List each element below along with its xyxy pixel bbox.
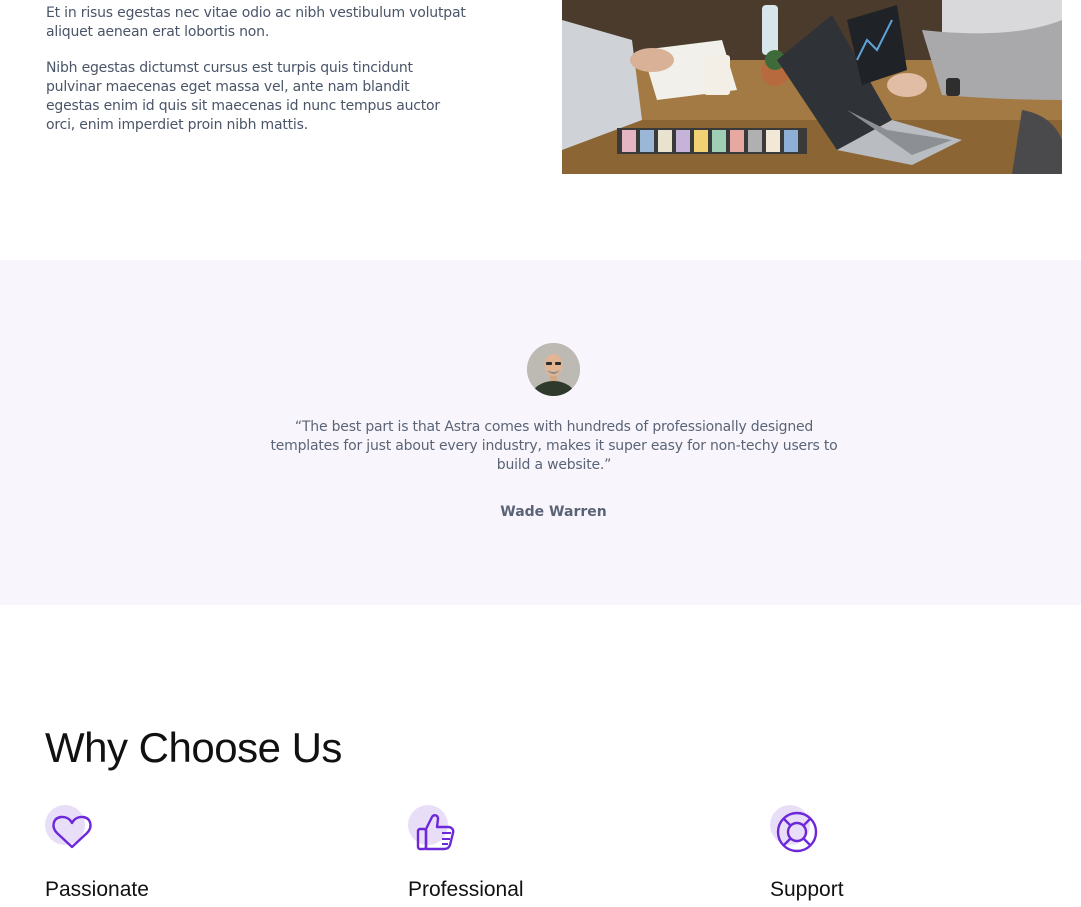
feature-label: Passionate <box>45 878 149 901</box>
lifebuoy-icon <box>776 811 818 853</box>
feature-label: Support <box>770 878 844 901</box>
intro-text-block: Et in risus egestas nec vitae odio ac ni… <box>46 4 466 152</box>
intro-paragraph: Et in risus egestas nec vitae odio ac ni… <box>46 5 466 40</box>
testimonial-quote: “The best part is that Astra comes with … <box>270 419 838 473</box>
testimonial-avatar <box>527 343 580 396</box>
why-choose-us-title: Why Choose Us <box>45 724 342 771</box>
feature-professional: Professional <box>408 805 708 901</box>
feature-passionate: Passionate <box>45 805 345 901</box>
team-meeting-photo <box>562 0 1062 174</box>
feature-support: Support <box>770 805 1070 901</box>
testimonial-author: Wade Warren <box>500 504 607 520</box>
feature-label: Professional <box>408 878 524 901</box>
testimonial-section: “The best part is that Astra comes with … <box>0 260 1081 605</box>
intro-paragraph: Nibh egestas dictumst cursus est turpis … <box>46 60 440 133</box>
thumbs-up-icon <box>416 814 455 851</box>
heart-icon <box>52 815 92 849</box>
